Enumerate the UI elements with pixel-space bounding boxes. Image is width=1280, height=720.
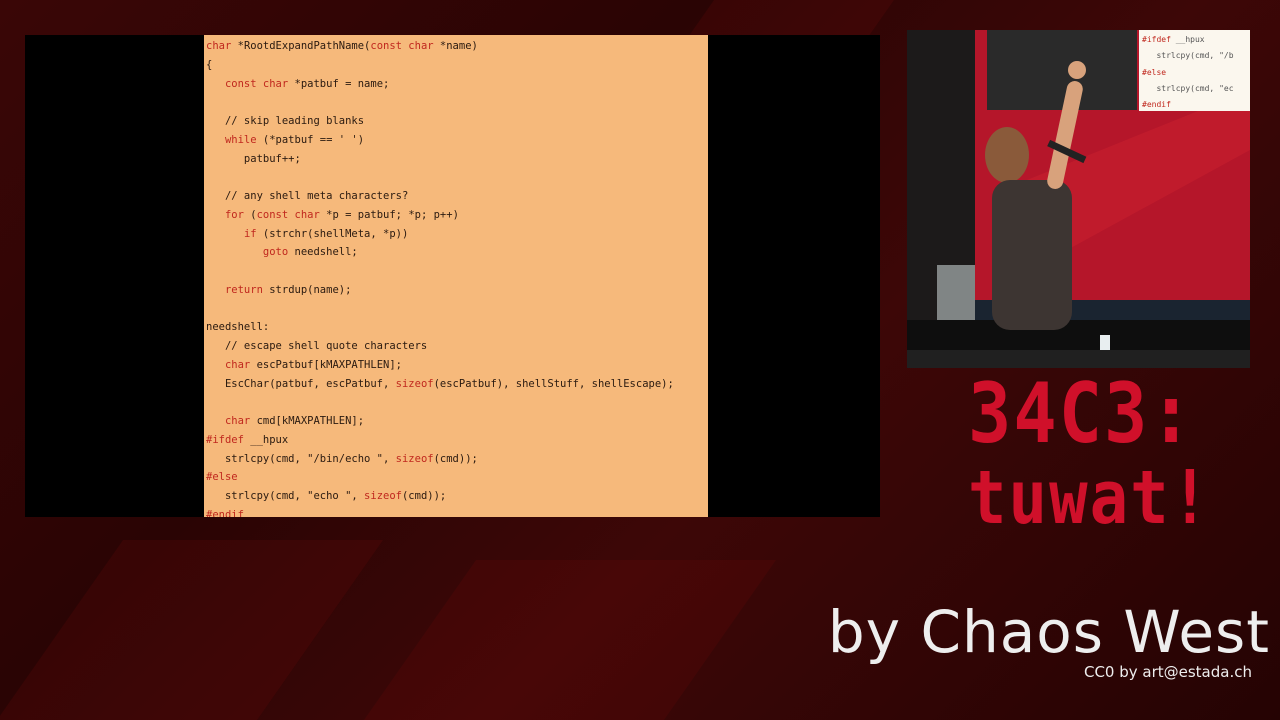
code-text: strlcpy(cmd, "/bin/echo ",: [206, 452, 396, 465]
code-keyword: if: [243, 227, 257, 240]
code-slide: char *RootdExpandPathName(const char *na…: [204, 35, 708, 517]
code-text: // skip leading blanks: [206, 115, 365, 127]
code-keyword: const char: [370, 40, 434, 52]
code-text: strlcpy(cmd, "/b: [1142, 51, 1234, 61]
code-keyword: sizeof: [395, 452, 434, 465]
inset-code-line: strlcpy(cmd, "ec: [1142, 81, 1250, 97]
code-keyword: const char: [224, 77, 289, 90]
code-text: (cmd));: [401, 490, 447, 502]
code-line: patbuf++;: [206, 150, 708, 169]
code-text: __hpux: [1170, 35, 1205, 44]
code-text: needshell;: [288, 246, 358, 259]
code-keyword: char: [206, 40, 232, 52]
code-keyword: goto: [262, 246, 289, 259]
code-keyword: for: [224, 208, 244, 221]
code-line: EscChar(patbuf, escPatbuf, sizeof(escPat…: [206, 375, 708, 394]
inset-code-line: #endif: [1142, 97, 1250, 111]
code-text: // any shell meta characters?: [206, 190, 409, 202]
code-keyword: #else: [206, 471, 238, 484]
code-text: strdup(name);: [262, 283, 352, 296]
event-logo-line-1: 34C3:: [968, 364, 1195, 462]
stream-credit: by Chaos West CC0 by art@estada.ch: [828, 600, 1270, 682]
background-stripe: [0, 540, 384, 720]
event-logo-line-2: tuwat!: [968, 456, 1212, 542]
code-line: // any shell meta characters?: [206, 187, 708, 206]
code-text: *p = patbuf; *p; p++): [319, 208, 459, 221]
background-stripe: [685, 0, 895, 40]
code-line: strlcpy(cmd, "/bin/echo ", sizeof(cmd));: [206, 450, 708, 469]
code-line: char escPatbuf[kMAXPATHLEN];: [206, 356, 708, 375]
code-keyword: #ifdef: [1142, 35, 1171, 44]
code-keyword: #ifdef: [206, 433, 244, 446]
inset-code-line: #else: [1142, 65, 1250, 81]
code-text: *name): [433, 40, 478, 52]
code-line: // skip leading blanks: [206, 112, 708, 131]
code-text: (: [243, 208, 257, 221]
event-logo: 34C3: tuwat!: [968, 366, 1238, 542]
code-text: *patbuf = name;: [288, 77, 390, 90]
code-line: #ifdef __hpux: [206, 431, 708, 450]
code-keyword: while: [224, 133, 257, 146]
code-text: cmd[kMAXPATHLEN];: [250, 415, 365, 427]
code-line: char *RootdExpandPathName(const char *na…: [206, 37, 708, 56]
background-stripe: [363, 560, 777, 720]
credit-title: by Chaos West: [827, 598, 1270, 666]
inset-code-line: strlcpy(cmd, "/b: [1142, 48, 1250, 64]
code-line: {: [206, 56, 708, 75]
code-line: #endif: [206, 506, 708, 517]
code-keyword: #endif: [1142, 100, 1171, 110]
code-line: needshell:: [206, 318, 708, 337]
code-keyword: #endif: [206, 508, 244, 517]
code-text: (escPatbuf), shellStuff, shellEscape);: [433, 377, 674, 390]
code-text: strlcpy(cmd, "echo ",: [206, 490, 365, 502]
code-keyword: sizeof: [395, 377, 434, 390]
code-line: while (*patbuf == ' '): [206, 131, 708, 150]
code-keyword: sizeof: [364, 490, 402, 502]
code-line: goto needshell;: [206, 243, 708, 262]
code-line: #else: [206, 468, 708, 487]
code-text: // escape shell quote characters: [206, 340, 428, 352]
code-keyword: char: [224, 358, 251, 371]
code-text: strlcpy(cmd, "ec: [1142, 83, 1234, 93]
code-line: if (strchr(shellMeta, *p)): [206, 225, 708, 244]
code-text: {: [206, 58, 213, 71]
code-block: char *RootdExpandPathName(const char *na…: [204, 35, 708, 517]
inset-code-line: #ifdef __hpux: [1142, 32, 1250, 48]
code-text: __hpux: [243, 433, 289, 446]
code-text: patbuf++;: [206, 152, 301, 165]
code-text: (cmd));: [433, 452, 478, 465]
code-line: const char *patbuf = name;: [206, 75, 708, 94]
code-keyword: return: [224, 283, 263, 296]
code-keyword: const char: [256, 208, 320, 221]
code-line: for (const char *p = patbuf; *p; p++): [206, 206, 708, 225]
code-text: needshell:: [206, 321, 270, 334]
inset-code-block: #ifdef __hpux strlcpy(cmd, "/b #else strl…: [1139, 30, 1250, 111]
code-line: strlcpy(cmd, "echo ", sizeof(cmd));: [206, 487, 708, 506]
code-text: EscChar(patbuf, escPatbuf,: [206, 377, 396, 390]
code-line: // escape shell quote characters: [206, 337, 708, 356]
code-line: char cmd[kMAXPATHLEN];: [206, 412, 708, 431]
code-line: return strdup(name);: [206, 281, 708, 300]
code-text: escPatbuf[kMAXPATHLEN];: [250, 358, 402, 371]
code-keyword: #else: [1142, 67, 1167, 77]
code-text: *RootdExpandPathName(: [231, 40, 371, 52]
slide-inset: #ifdef __hpux strlcpy(cmd, "/b #else strl…: [1139, 30, 1250, 111]
code-text: (*patbuf == ' '): [256, 133, 365, 146]
code-text: (strchr(shellMeta, *p)): [256, 227, 409, 240]
code-keyword: char: [224, 415, 251, 427]
